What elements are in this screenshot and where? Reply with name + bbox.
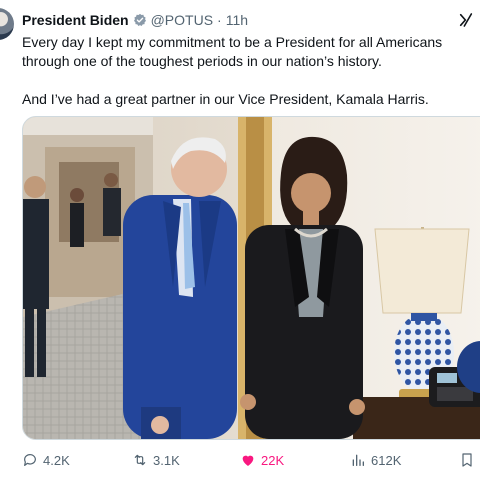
tweet-paragraph-2: And I’ve had a great partner in our Vice… — [22, 91, 429, 107]
grok-icon[interactable] — [458, 12, 474, 28]
verified-badge-icon[interactable] — [133, 13, 147, 27]
author-avatar[interactable] — [0, 8, 14, 40]
reply-icon — [24, 454, 36, 466]
repost-count: 3.1K — [153, 452, 180, 468]
author-handle[interactable]: @POTUS — [151, 12, 213, 28]
reply-button[interactable]: 4.2K — [22, 450, 70, 470]
author-name[interactable]: President Biden — [22, 12, 129, 28]
views-button[interactable]: 612K — [350, 450, 401, 470]
tweet-photo[interactable] — [22, 116, 480, 440]
header-separator: · — [217, 12, 222, 28]
tweet-text: Every day I kept my commitment to be a P… — [22, 33, 472, 109]
view-count: 612K — [371, 452, 402, 468]
bookmark-icon — [462, 453, 472, 467]
like-button[interactable]: 22K — [240, 450, 284, 470]
repost-icon — [134, 454, 146, 466]
views-icon — [352, 454, 364, 466]
reply-count: 4.2K — [43, 452, 70, 468]
heart-icon — [242, 455, 254, 466]
repost-button[interactable]: 3.1K — [132, 450, 180, 470]
tweet-paragraph-1: Every day I kept my commitment to be a P… — [22, 34, 443, 69]
bookmark-button[interactable] — [459, 450, 480, 470]
tweet-timestamp[interactable]: 11h — [226, 12, 248, 28]
tweet-actions: 4.2K 3.1K 22K 612K — [22, 450, 480, 470]
photo-illustration — [23, 117, 480, 439]
tweet-header: President Biden @POTUS · 11h — [22, 10, 468, 30]
like-count: 22K — [261, 452, 285, 468]
